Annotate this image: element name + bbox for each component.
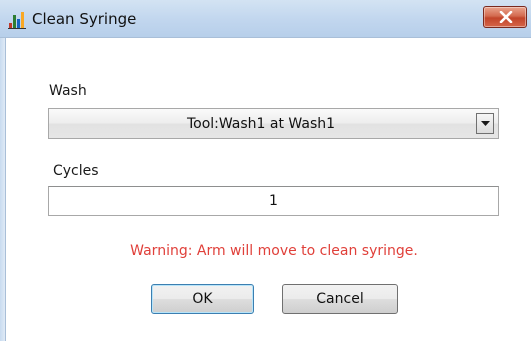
- wash-selected-value: Tool:Wash1 at Wash1: [186, 116, 336, 132]
- cycles-label: Cycles: [53, 163, 99, 179]
- app-chart-icon: [8, 11, 26, 29]
- wash-dropdown-button[interactable]: [476, 113, 494, 134]
- window-frame-edge: [0, 38, 6, 341]
- close-x-icon: [499, 11, 513, 23]
- ok-button[interactable]: OK: [151, 284, 254, 314]
- close-button[interactable]: [483, 6, 527, 28]
- wash-label: Wash: [49, 83, 87, 99]
- cancel-button[interactable]: Cancel: [282, 284, 398, 314]
- chevron-down-icon: [481, 121, 490, 126]
- warning-message: Warning: Arm will move to clean syringe.: [130, 243, 418, 259]
- wash-dropdown[interactable]: Tool:Wash1 at Wash1: [48, 108, 499, 139]
- window-title: Clean Syringe: [32, 10, 137, 28]
- title-bar[interactable]: Clean Syringe: [0, 0, 531, 38]
- cycles-input[interactable]: 1: [48, 186, 499, 216]
